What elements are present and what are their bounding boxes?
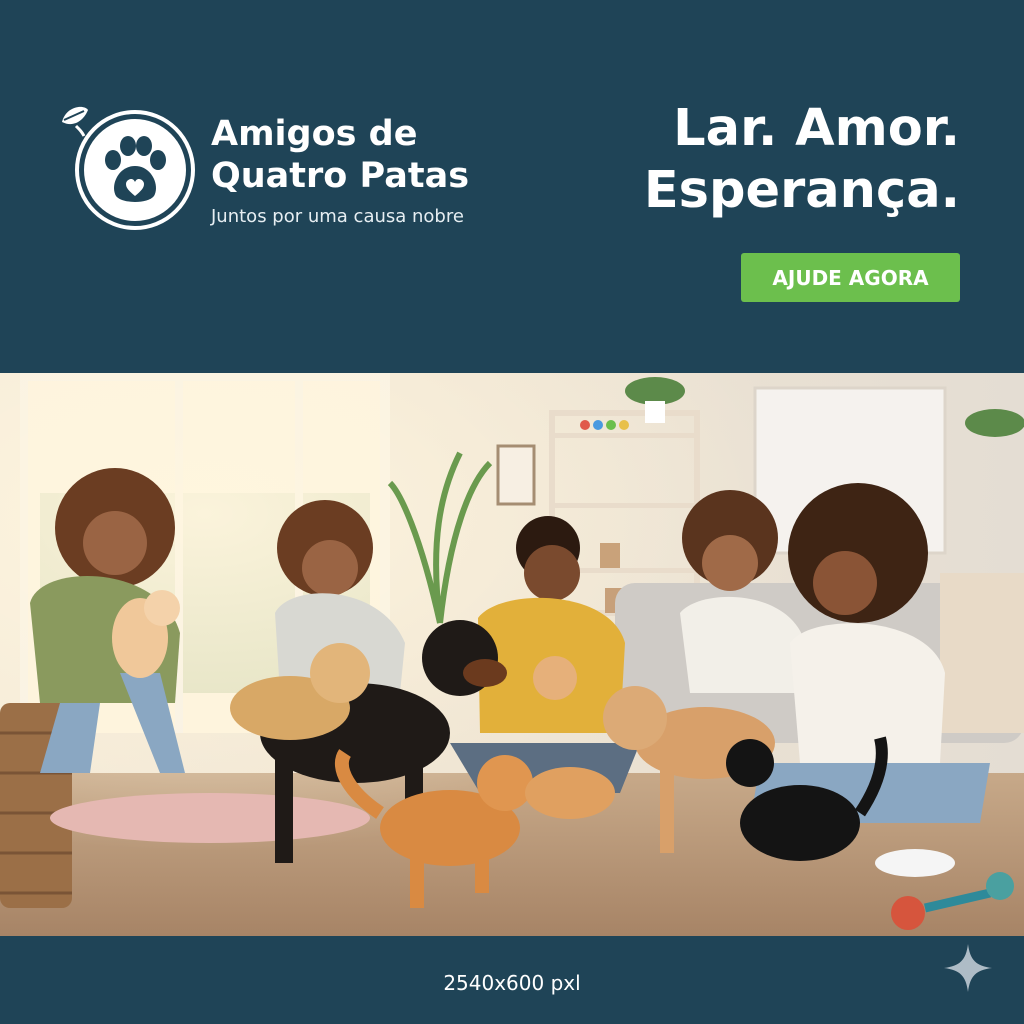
brand-name: Amigos de Quatro Patas: [211, 113, 511, 197]
paw-heart-leaf-icon: [62, 106, 195, 230]
sparkle-icon: [944, 944, 992, 992]
headline: Lar. Amor. Esperança.: [644, 98, 960, 222]
brand-name-line1: Amigos de: [211, 114, 418, 154]
headline-line2: Esperança.: [643, 161, 960, 220]
dimensions-label: 2540x600 pxl: [443, 971, 581, 995]
help-now-button[interactable]: AJUDE AGORA: [741, 253, 960, 302]
brand-tagline: Juntos por uma causa nobre: [211, 206, 464, 227]
rug: [50, 793, 370, 843]
banner-header: Amigos de Quatro Patas Juntos por uma ca…: [0, 0, 1024, 373]
hero-photo: [0, 373, 1024, 936]
wall-picture: [496, 444, 536, 506]
photo-illustration: [0, 373, 1024, 936]
headline-line1: Lar. Amor.: [673, 99, 960, 158]
brand-name-line2: Quatro Patas: [211, 156, 470, 196]
